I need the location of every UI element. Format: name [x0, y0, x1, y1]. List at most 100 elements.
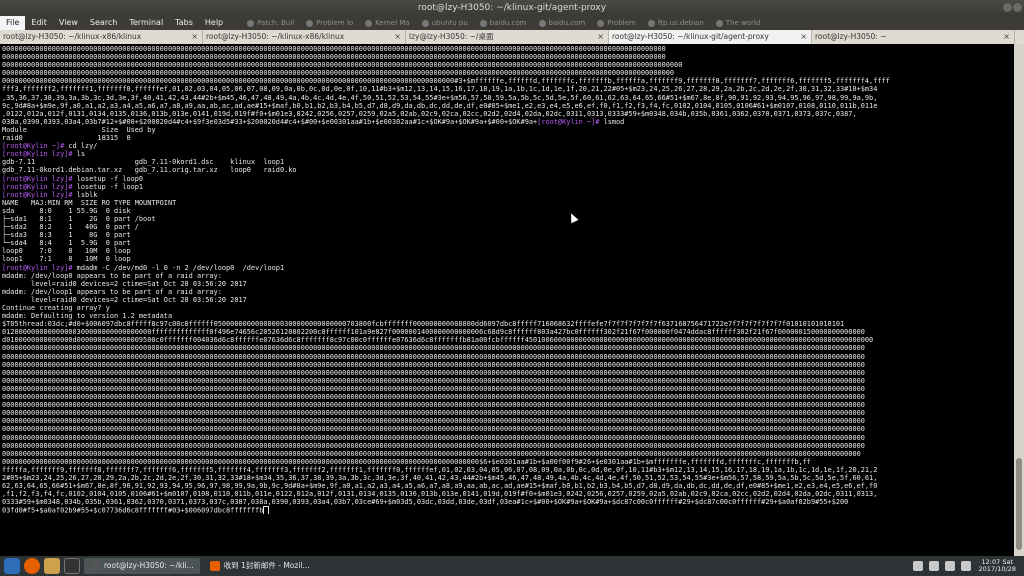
line-text: 0000000000000000000000000000000000000000…: [2, 393, 865, 402]
browser-tab-label: ftp.us.debian: [657, 19, 704, 27]
network-icon[interactable]: [912, 561, 923, 571]
clock[interactable]: 12:07 Sat 2017/10/28: [979, 558, 1016, 574]
terminal-line: mdadm: /dev/loop1 appears to be part of …: [2, 288, 1012, 296]
battery-icon[interactable]: [960, 561, 971, 571]
shell-command: lsblk: [72, 190, 98, 199]
terminal-tab-label: root@lzy-H3050: ~: [815, 32, 887, 41]
terminal-tab[interactable]: root@lzy-H3050: ~/klinux-x86/klinux ×: [203, 30, 406, 44]
line-text: mdadm: /dev/loop0 appears to be part of …: [2, 271, 222, 280]
close-tab-icon[interactable]: ×: [394, 30, 401, 44]
keyboard-icon[interactable]: [944, 561, 955, 571]
terminal-line: 62,63,64,65,66#51+$m67,8e,8f,90,91,92,93…: [2, 482, 1012, 490]
terminal-line: 0000000000000000000000000000000000000000…: [2, 53, 1012, 61]
terminal-tab[interactable]: root@lzy-H3050: ~ ×: [812, 30, 1015, 44]
window-titlebar[interactable]: root@lzy-H3050: ~/klinux-git/agent-proxy: [0, 0, 1024, 16]
tab-favicon-icon: [647, 19, 655, 27]
terminal-scrollbar[interactable]: [1014, 44, 1024, 556]
line-text: ├─sda3 8:3 1 8G 0 part: [2, 231, 131, 240]
line-text: d0100000000000000d0000000000000009500c0f…: [2, 336, 874, 345]
scrollbar-thumb[interactable]: [1016, 458, 1022, 550]
terminal-line: 0000000000000000000000000000000000000000…: [2, 393, 1012, 401]
shell-command: losetup -f loop0: [72, 174, 144, 183]
menu-search[interactable]: Search: [84, 16, 123, 30]
menu-terminal[interactable]: Terminal: [123, 16, 169, 30]
menu-tabs[interactable]: Tabs: [169, 16, 199, 30]
taskbar-app-label: root@lzy-H3050: ~/kli...: [104, 561, 194, 570]
shell-command: ls: [72, 150, 85, 159]
menu-view[interactable]: View: [53, 16, 84, 30]
terminal-line: 0000000000000000000000000000000000000000…: [2, 361, 1012, 369]
shell-command: cd lzy/: [64, 142, 98, 151]
line-text: raid0 18315 0: [2, 134, 131, 143]
terminal-line: 0000000000000000000000000000000000000000…: [2, 450, 1012, 458]
browser-tab-label: baidu.com: [489, 19, 527, 27]
line-text: 012800000000000000300000000000000000ffff…: [2, 328, 865, 337]
terminal-line: 0000000000000000000000000000000000000000…: [2, 409, 1012, 417]
taskbar-app-button[interactable]: 收到 1封新邮件 - Mozil...: [204, 558, 316, 574]
line-text: 038a,0390,0393,03a4,03b7#12+$#00+$200020…: [2, 117, 538, 126]
line-text: 0000000000000000000000000000000000000000…: [2, 401, 865, 410]
line-text: 62,63,64,65,66#51+$m67,8e,8f,90,91,92,93…: [2, 482, 878, 491]
terminal-line: ├─sda3 8:3 1 8G 0 part: [2, 231, 1012, 239]
browser-tab-label: Patch: Buil: [257, 19, 295, 27]
terminal-line: Continue creating array? y: [2, 304, 1012, 312]
close-tab-icon[interactable]: ×: [800, 30, 807, 44]
terminal-tab-label: root@lzy-H3050: ~/klinux-x86/klinux: [3, 32, 142, 41]
terminal-tab[interactable]: root@lzy-H3050: ~/klinux-git/agent-proxy…: [609, 30, 812, 44]
line-text: 0000000000000000000000000000000000000000…: [2, 77, 890, 86]
shell-prompt: [root@Kylin ~]#: [537, 117, 600, 126]
shell-prompt: [root@Kylin lzy]#: [2, 182, 73, 191]
menu-edit[interactable]: Edit: [25, 16, 53, 30]
line-text: loop1 7:1 0 10M 0 loop: [2, 255, 131, 264]
terminal-line: [root@Kylin lzy]# mdadm -C /dev/md0 -l 0…: [2, 264, 1012, 272]
terminal-tab-label: root@lzy-H3050: ~/klinux-git/agent-proxy: [612, 32, 769, 41]
close-tab-icon[interactable]: ×: [1003, 30, 1010, 44]
terminal-line: ,f1,f2,f3,f4,fc,0102,0104,0105,0106#61+$…: [2, 490, 1012, 498]
terminal-line: 2#05+$m23,24,25,26,27,28,29,2a,2b,2c,2d,…: [2, 474, 1012, 482]
terminal-line: ├─sda2 8:2 1 40G 0 part /: [2, 223, 1012, 231]
terminal-line: └─sda4 8:4 1 5.9G 0 part: [2, 239, 1012, 247]
shell-prompt: [root@Kylin lzy]#: [2, 150, 73, 159]
terminal-tab-bar: root@lzy-H3050: ~/klinux-x86/klinux × root…: [0, 30, 1024, 44]
firefox-icon[interactable]: [24, 558, 40, 574]
terminal-output[interactable]: 0000000000000000000000000000000000000000…: [0, 44, 1014, 556]
terminal-line: ,0122,012a,012f,0131,0134,0135,0136,013b…: [2, 110, 1012, 118]
line-text: 0000000000000000000000000000000000000000…: [2, 457, 811, 466]
line-text: Module Size Used by: [2, 125, 156, 134]
files-icon[interactable]: [44, 558, 60, 574]
window-controls[interactable]: [1000, 2, 1024, 14]
close-tab-icon[interactable]: ×: [191, 30, 198, 44]
menu-file[interactable]: File: [0, 16, 26, 30]
system-tray: 12:07 Sat 2017/10/28: [907, 556, 1024, 576]
menu-help[interactable]: Help: [199, 16, 229, 30]
terminal-tab-label: lzy@lzy-H3050: ~/桌面: [409, 32, 494, 41]
line-text: fff3,fffffff2,fffffff1,fffffff0,ffffffef…: [2, 85, 878, 94]
line-text: 2#05+$m23,24,25,26,27,28,29,2a,2b,2c,2d,…: [2, 473, 878, 482]
terminal-tab[interactable]: lzy@lzy-H3050: ~/桌面 ×: [406, 30, 609, 44]
close-icon[interactable]: [1013, 3, 1022, 12]
taskbar-app-button[interactable]: root@lzy-H3050: ~/kli...: [84, 558, 200, 574]
line-text: 0000000000000000000000000000000000000000…: [2, 61, 683, 70]
line-text: 0000000000000000000000000000000000000000…: [2, 352, 865, 361]
terminal-line: 0000000000000000000000000000000000000000…: [2, 385, 1012, 393]
line-text: 0000000000000000000000000000000000000000…: [2, 441, 865, 450]
line-text: └─sda4 8:4 1 5.9G 0 part: [2, 239, 131, 248]
shell-command: lsmod: [599, 117, 625, 126]
volume-icon[interactable]: [928, 561, 939, 571]
terminal-line: raid0 18315 0: [2, 134, 1012, 142]
start-menu-icon[interactable]: [4, 558, 20, 574]
close-tab-icon[interactable]: ×: [597, 30, 604, 44]
terminal-line: 0000000000000000000000000000000000000000…: [2, 442, 1012, 450]
terminal-tab-label: root@lzy-H3050: ~/klinux-x86/klinux: [206, 32, 345, 41]
menu-bar: File Edit View Search Terminal Tabs Help Patch…: [0, 16, 1024, 30]
line-text: Continue creating array? y: [2, 304, 110, 312]
terminal-line: 9c,9d#8a+$m9e,9f,a0,a1,a2,a3,a4,a5,a6,a7…: [2, 102, 1012, 110]
terminal-line: gdb-7.11 gdb_7.11-0kord1.dsc klinux loop…: [2, 158, 1012, 166]
terminal-launcher-icon[interactable]: [64, 558, 80, 574]
terminal-line: 012800000000000000300000000000000000ffff…: [2, 328, 1012, 336]
terminal-line: 038a,0390,0393,03a4,03b7#12+$#00+$200020…: [2, 118, 1012, 126]
line-text: 0000000000000000000000000000000000000000…: [2, 344, 865, 353]
minimize-icon[interactable]: [1003, 3, 1012, 12]
terminal-line: gdb_7.11-0kord1.debian.tar.xz gdb_7.11.o…: [2, 166, 1012, 174]
terminal-tab[interactable]: root@lzy-H3050: ~/klinux-x86/klinux ×: [0, 30, 203, 44]
